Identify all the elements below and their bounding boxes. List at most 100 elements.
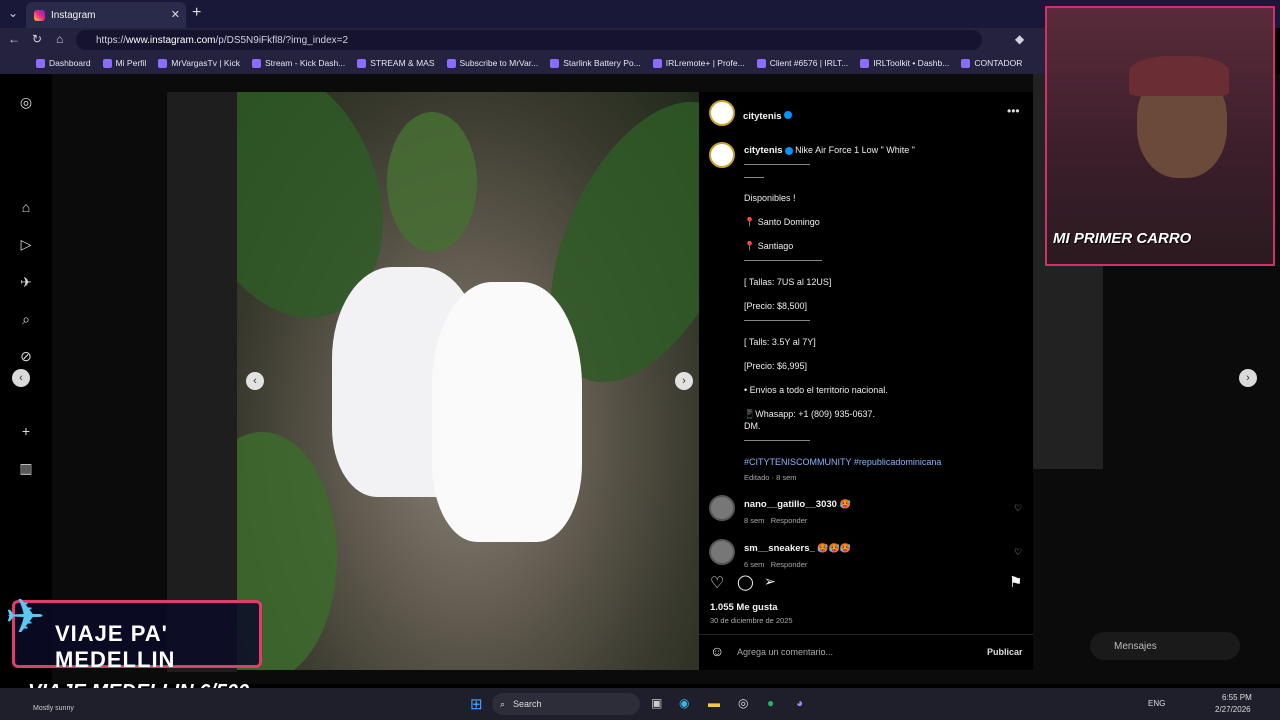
comment-input[interactable]: Agrega un comentario... [737,647,833,657]
search-icon[interactable]: ⌕ [18,311,34,327]
caption-line: [Precio: $8,500] [744,301,808,311]
tab-title: Instagram [51,9,96,21]
bookmark-item[interactable]: Dashboard [36,58,91,68]
taskbar-search[interactable]: ⌕ Search [492,693,640,715]
bookmark-item[interactable]: Starlink Battery Po... [550,58,641,68]
publish-button[interactable]: Publicar [987,647,1023,657]
caption-header: citytenis Nike Air Force 1 Low " White " [744,145,915,156]
emoji-icon[interactable]: ☺ [710,643,724,659]
caption-hashtags[interactable]: #CITYTENISCOMMUNITY #republicadominicana [744,457,941,467]
post-header-user[interactable]: citytenis [743,106,792,124]
reply-link[interactable]: Responder [771,516,808,525]
comment-row: nano__gatillo__3030 🥵 [744,499,851,510]
reply-link[interactable]: Responder [771,560,808,569]
comment-user[interactable]: nano__gatillo__3030 [744,499,837,510]
address-bar[interactable]: https://www.instagram.com/p/DS5N9iFkfl8/… [76,30,982,50]
caption-line: [ Talls: 3.5Y al 7Y] [744,337,816,347]
bookmark-icon [860,58,870,68]
comment-like-icon[interactable]: ♡ [1014,547,1022,558]
caption-line: 📍 Santo Domingo [744,217,820,227]
task-view-icon[interactable]: ▣ [651,696,662,710]
comment-text: 🥵🥵🥵 [817,543,851,553]
bookmark-item[interactable]: CONTADOR [961,58,1022,68]
edge-icon[interactable]: ◉ [679,696,689,710]
reels-icon[interactable]: ▷ [18,236,34,252]
discord-icon[interactable]: ◕ [796,696,803,710]
dashboard-icon[interactable]: ▥ [18,460,34,476]
bookmark-icon [550,58,560,68]
messages-pill[interactable]: Mensajes [1090,632,1240,660]
comment-icon[interactable]: ◯ [737,573,754,591]
caption-line: • Envios a todo el territorio nacional. [744,385,888,395]
verified-icon [784,146,793,155]
carousel-prev-icon[interactable]: ‹ [246,372,264,390]
caption-line: [Precio: $6,995] [744,361,808,371]
extensions-icon[interactable]: ◆ [1015,32,1024,46]
previous-post-icon[interactable]: ‹ [12,369,30,387]
avatar[interactable] [709,539,735,565]
file-explorer-icon[interactable]: ▬ [708,696,720,710]
spotify-icon[interactable]: ● [767,696,774,710]
home-icon[interactable]: ⌂ [56,32,63,46]
explore-icon[interactable]: ⊘ [18,348,34,364]
instagram-logo-icon[interactable]: ◎ [18,94,34,110]
background-post-left [167,92,237,672]
bookmark-item[interactable]: STREAM & MAS [357,58,435,68]
instagram-favicon-icon [34,9,45,21]
language-indicator[interactable]: ENG [1148,699,1165,708]
bookmark-icon [158,58,168,68]
url-prefix: https:// [96,34,127,46]
like-icon[interactable]: ♡ [710,573,724,593]
tab-instagram[interactable]: Instagram ✕ [26,2,186,28]
next-post-icon[interactable]: › [1239,369,1257,387]
search-icon: ⌕ [500,698,506,709]
avatar[interactable] [709,495,735,521]
share-icon[interactable]: ➢ [764,573,776,590]
more-options-icon[interactable]: ••• [1007,104,1020,118]
bookmark-item[interactable]: IRLremote+ | Profe... [652,58,745,68]
bookmark-icon [652,58,662,68]
like-count[interactable]: 1.055 Me gusta [710,602,778,613]
caption-line: DM. [744,421,761,431]
avatar[interactable] [709,142,735,168]
caption-line: 📍 Santiago [744,241,794,251]
comment-user[interactable]: sm__sneakers_ [744,543,815,554]
avatar[interactable] [709,100,735,126]
weather-text: Mostly sunny [33,705,74,712]
bookmark-item[interactable]: Stream - Kick Dash... [251,58,345,68]
bookmark-item[interactable]: Client #6576 | IRLT... [756,58,848,68]
tab-menu-icon[interactable]: ⌄ [8,6,18,20]
clock-time[interactable]: 6:55 PM [1222,693,1252,702]
sneaker-right [432,282,582,542]
bookmark-item[interactable]: MrVargasTv | Kick [158,58,240,68]
caption-title: Nike Air Force 1 Low " White " [795,145,915,155]
airplane-icon: ✈ [5,591,46,644]
post-photo: ‹ › [237,92,699,670]
bookmark-item[interactable]: Subscribe to MrVar... [446,58,538,68]
bookmark-item[interactable]: IRLToolkit • Dashb... [860,58,949,68]
back-icon[interactable]: ← [8,32,20,46]
new-tab-icon[interactable]: + [192,4,201,22]
bookmark-icon [36,58,45,68]
bookmark-item[interactable]: Mi Perfil [102,58,146,68]
refresh-icon[interactable]: ↻ [32,32,42,46]
messages-nav-icon[interactable]: ✈ [18,274,34,290]
create-icon[interactable]: + [18,423,34,439]
carousel-next-icon[interactable]: › [675,372,693,390]
cap [1129,56,1229,96]
save-icon[interactable]: ⚑ [1009,573,1022,591]
comment-like-icon[interactable]: ♡ [1014,503,1022,514]
caption-divider [744,320,810,321]
home-nav-icon[interactable]: ⌂ [18,199,34,215]
windows-start-icon[interactable]: ⊞ [470,695,483,713]
comment-meta: 8 sem Responder [744,516,808,525]
caption-divider [744,260,822,261]
webcam-overlay: MI PRIMER CARRO [1045,6,1275,266]
url-host: www.instagram.com [126,34,216,46]
bookmark-icon [961,58,971,68]
close-icon[interactable]: ✕ [171,8,180,21]
clock-date[interactable]: 2/27/2026 [1215,705,1251,714]
bookmarks-bar: Dashboard Mi Perfil MrVargasTv | Kick Strea… [0,52,1045,74]
verified-icon [783,110,792,119]
obs-icon[interactable]: ◎ [738,696,748,710]
